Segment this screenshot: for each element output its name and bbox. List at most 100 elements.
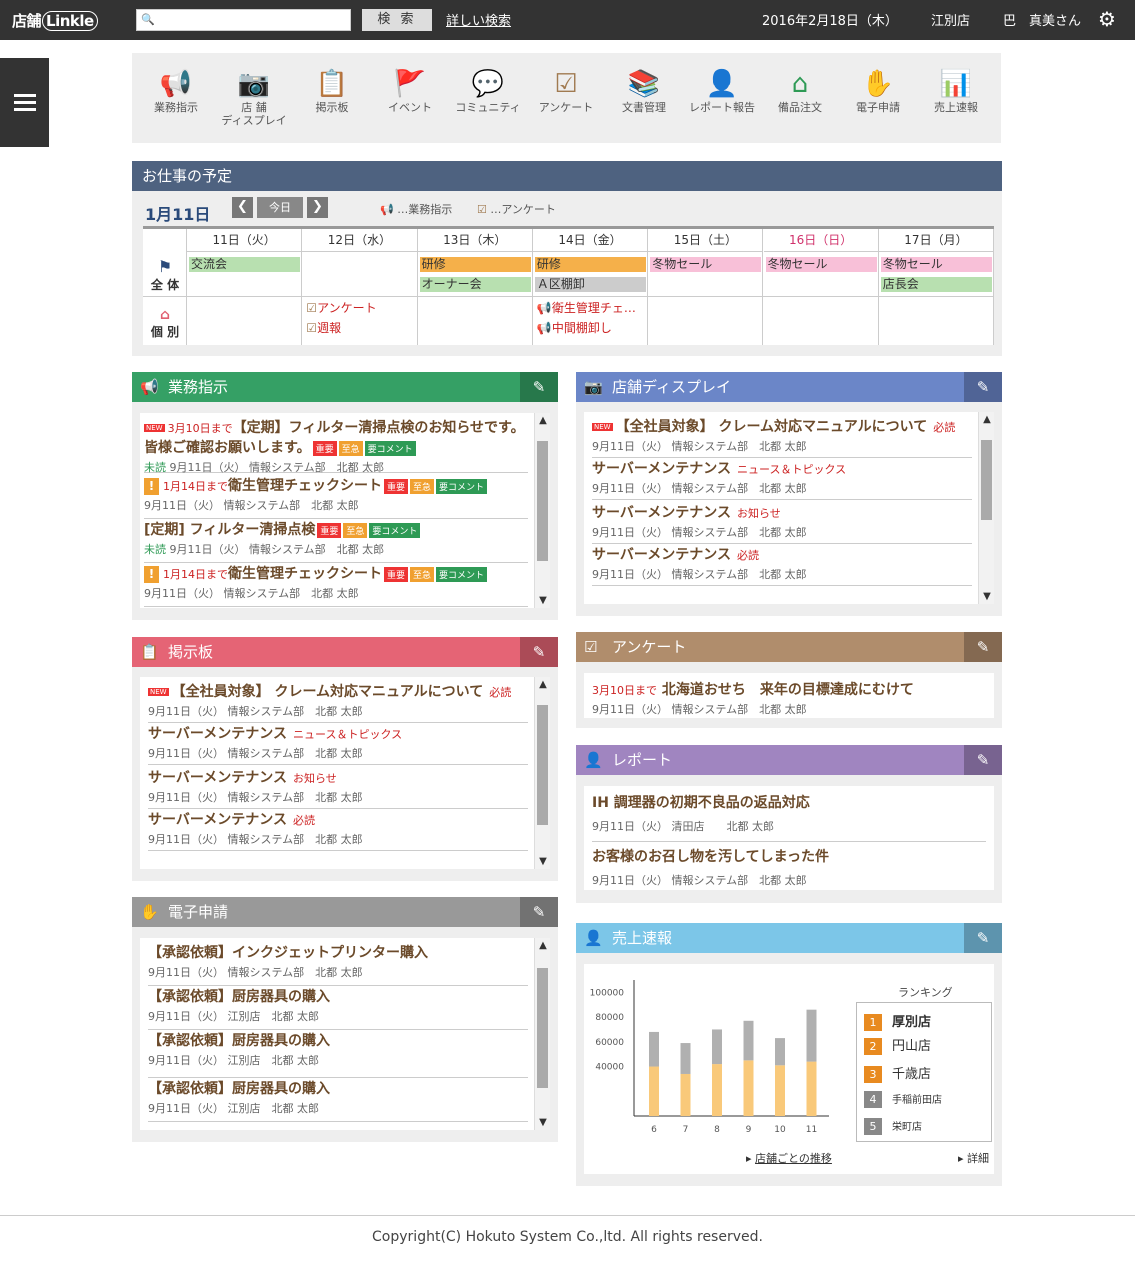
pencil-icon[interactable]: ✎	[964, 745, 1002, 775]
scroll-up-icon[interactable]: ▲	[535, 415, 550, 426]
ranking-row[interactable]: 1 厚別店	[864, 1011, 931, 1031]
list-item[interactable]: 【承認依頼】インクジェットプリンター購入 9月11日（火） 情報システム部 北都 …	[148, 942, 528, 986]
shop-name[interactable]: 江別店	[931, 10, 970, 29]
pencil-icon[interactable]: ✎	[964, 923, 1002, 953]
detail-link[interactable]: ▸ 詳細	[958, 1150, 989, 1166]
scrollbar-thumb[interactable]	[981, 440, 992, 520]
scroll-down-icon[interactable]: ▼	[535, 595, 550, 606]
scrollbar-thumb[interactable]	[537, 441, 548, 561]
nav-item-stamp[interactable]: ✋ 電子申請	[838, 67, 918, 114]
individual-event[interactable]: 📢中間棚卸し	[535, 321, 646, 336]
nav-item-board[interactable]: 📋 掲示板	[292, 67, 372, 114]
event-bar[interactable]: 冬物セール	[650, 257, 762, 272]
list-item[interactable]: サーバーメンテナンス お知らせ 9月11日（火） 情報システム部 北都 太郎	[148, 767, 528, 809]
individual-event[interactable]: ☑週報	[304, 321, 415, 336]
list-item[interactable]: ! 1月14日まで衛生管理チェックシート 重要 至急 要コメント 9月11日（火） 情報シ…	[144, 563, 528, 607]
gear-icon[interactable]: ⚙	[1098, 7, 1116, 31]
event-bar[interactable]: オーナー会	[419, 277, 531, 292]
scroll-down-icon[interactable]: ▼	[535, 1117, 550, 1128]
scrollbar-thumb[interactable]	[537, 968, 548, 1088]
individual-event[interactable]: ☑アンケート	[304, 301, 415, 316]
event-bar[interactable]: 店長会	[880, 277, 993, 292]
list-item[interactable]: IH 調理器の初期不良品の返品対応 9月11日（火） 清田店 北都 太郎	[592, 792, 986, 842]
list-item[interactable]: 3月10日まで 北海道おせち 来年の目標達成にむけて 9月11日（火） 情報システ…	[592, 679, 986, 716]
pencil-icon[interactable]: ✎	[520, 897, 558, 927]
list-item[interactable]: 【承認依頼】厨房器具の購入 9月11日（火） 江別店 北都 太郎	[148, 1078, 528, 1122]
search-button[interactable]: 検 索	[362, 9, 432, 31]
scrollbar[interactable]: ▲ ▼	[534, 677, 550, 869]
app-logo[interactable]: 店舗 Linkle	[12, 10, 98, 31]
item-meta: 9月11日（火） 情報システム部 北都 太郎	[144, 497, 528, 513]
scrollbar-thumb[interactable]	[537, 705, 548, 825]
scrollbar[interactable]: ▲ ▼	[978, 412, 994, 604]
panel-title: 売上速報	[612, 929, 673, 947]
scrollbar[interactable]: ▲ ▼	[534, 938, 550, 1130]
nav-item-flag[interactable]: 🚩 イベント	[370, 67, 450, 114]
nav-item-hanger[interactable]: ⌂ 備品注文	[760, 67, 840, 114]
pencil-icon[interactable]: ✎	[964, 632, 1002, 662]
bar-segment	[743, 1020, 754, 1061]
next-week-button[interactable]: ❯	[307, 197, 328, 218]
item-title-text: サーバーメンテナンス	[148, 726, 288, 742]
event-bar[interactable]: 研修	[419, 257, 531, 272]
event-bar[interactable]: Ａ区棚卸	[534, 277, 647, 292]
event-bar[interactable]: 研修	[534, 257, 647, 272]
list-item[interactable]: お客様のお召し物を汚してしまった件 9月11日（火） 情報システム部 北都 太郎	[592, 846, 986, 890]
y-tick-label: 40000	[595, 1063, 624, 1073]
list-item[interactable]: サーバーメンテナンス ニュース＆トピックス 9月11日（火） 情報システム部 北都 …	[592, 458, 972, 500]
event-bar[interactable]: 交流会	[189, 257, 301, 272]
trend-link[interactable]: ▸ 店舗ごとの推移	[746, 1150, 832, 1166]
today-button[interactable]: 今日	[257, 197, 303, 218]
nav-item-checkbox[interactable]: ☑ アンケート	[526, 67, 606, 114]
nav-item-books[interactable]: 📚 文書管理	[604, 67, 684, 114]
scroll-up-icon[interactable]: ▲	[535, 940, 550, 951]
current-date: 2016年2月18日（木）	[762, 14, 898, 29]
bar-segment	[649, 1031, 659, 1067]
list-item[interactable]: 【承認依頼】厨房器具の購入 9月11日（火） 江別店 北都 太郎	[148, 1030, 528, 1078]
user-name[interactable]: 巴 真美さん	[1003, 10, 1081, 29]
list-item[interactable]: NEW 3月10日まで【定期】フィルター清掃点検のお知らせです。 皆様ご確認お願いし…	[144, 417, 528, 474]
list-item[interactable]: サーバーメンテナンス 必読 9月11日（火） 情報システム部 北都 太郎	[592, 544, 972, 586]
list-item[interactable]: サーバーメンテナンス 必読 9月11日（火） 情報システム部 北都 太郎	[148, 809, 528, 851]
list-item[interactable]: NEW 【全社員対象】 クレーム対応マニュアルについて 必読 9月11日（火） 情報シ…	[148, 681, 528, 723]
pencil-icon[interactable]: ✎	[964, 372, 1002, 402]
search-input[interactable]: 🔍	[136, 9, 351, 31]
list-item[interactable]: サーバーメンテナンス お知らせ 9月11日（火） 情報システム部 北都 太郎	[592, 502, 972, 544]
footer-divider	[0, 1215, 1135, 1216]
nav-item-chat[interactable]: 💬 コミュニティ	[448, 67, 528, 114]
scroll-down-icon[interactable]: ▼	[979, 591, 994, 602]
badge-urg: 至急	[410, 478, 435, 494]
scroll-up-icon[interactable]: ▲	[535, 679, 550, 690]
list-item[interactable]: サーバーメンテナンス ニュース＆トピックス 9月11日（火） 情報システム部 北都 …	[148, 723, 528, 765]
list-item[interactable]: 【承認依頼】厨房器具の購入 9月11日（火） 江別店 北都 太郎	[148, 986, 528, 1030]
nav-item-camera[interactable]: 📷 店 舗 ディスプレイ	[214, 67, 294, 127]
event-bar[interactable]: 冬物セール	[765, 257, 877, 272]
list-item[interactable]: NEW 【全社員対象】 クレーム対応マニュアルについて 必読 9月11日（火） 情報シ…	[592, 416, 972, 458]
individual-event[interactable]: 📢衛生管理チェ…	[535, 301, 646, 316]
nav-item-operator[interactable]: 👤 レポート報告	[682, 67, 762, 114]
ranking-row[interactable]: 4 手稲前田店	[864, 1091, 942, 1108]
item-tag: お知らせ	[293, 772, 337, 785]
pencil-icon[interactable]: ✎	[520, 372, 558, 402]
event-bar[interactable]: 冬物セール	[880, 257, 993, 272]
ranking-row[interactable]: 2 円山店	[864, 1035, 931, 1055]
day-header: 17日（月）	[878, 229, 994, 252]
list-item[interactable]: ! 1月14日まで衛生管理チェックシート 重要 至急 要コメント 9月11日（火） 情報シ…	[144, 475, 528, 519]
bar-segment	[712, 1064, 722, 1116]
pencil-icon[interactable]: ✎	[520, 637, 558, 667]
scrollbar[interactable]: ▲ ▼	[534, 413, 550, 608]
list-item[interactable]: [定期] フィルター清掃点検 重要 至急 要コメント 未読 9月11日（火） 情報システ…	[144, 519, 528, 563]
ranking-row[interactable]: 3 千歳店	[864, 1063, 931, 1083]
ranking-row[interactable]: 5 栄町店	[864, 1118, 922, 1135]
x-tick-label: 9	[746, 1125, 752, 1135]
new-badge: NEW	[592, 423, 613, 431]
scroll-up-icon[interactable]: ▲	[979, 414, 994, 425]
nav-item-megaphone[interactable]: 📢 業務指示	[136, 67, 216, 114]
hamburger-line	[14, 101, 36, 104]
prev-week-button[interactable]: ❮	[232, 197, 253, 218]
menu-button[interactable]	[0, 58, 49, 147]
advanced-search-link[interactable]: 詳しい検索	[446, 10, 511, 29]
new-badge: NEW	[144, 424, 165, 432]
nav-item-bar-chart[interactable]: 📊 売上速報	[916, 67, 996, 114]
scroll-down-icon[interactable]: ▼	[535, 856, 550, 867]
